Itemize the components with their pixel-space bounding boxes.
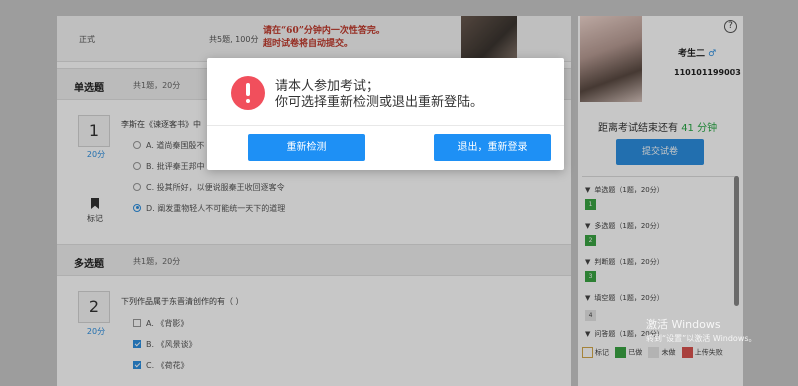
watermark-line-1: 激活 Windows (646, 318, 721, 331)
dialog-line-1: 请本人参加考试； (275, 79, 380, 94)
dialog-divider (207, 125, 564, 126)
warning-icon (231, 76, 265, 110)
identity-alert-dialog: 请本人参加考试； 你可选择重新检测或退出重新登陆。 重新检测 退出，重新登录 (207, 58, 564, 170)
recheck-button[interactable]: 重新检测 (248, 134, 365, 161)
windows-activation-watermark: 激活 Windows 转到“设置”以激活 Windows。 (646, 318, 757, 345)
logout-relogin-button[interactable]: 退出，重新登录 (434, 134, 551, 161)
watermark-line-2: 转到“设置”以激活 Windows。 (646, 334, 757, 343)
dialog-message: 请本人参加考试； 你可选择重新检测或退出重新登陆。 (275, 79, 483, 111)
dialog-line-2: 你可选择重新检测或退出重新登陆。 (275, 95, 484, 110)
exam-page: 正式 共5题, 100分 请在“60”分钟内一次性答完。 超时试卷将自动提交。 … (0, 0, 798, 386)
